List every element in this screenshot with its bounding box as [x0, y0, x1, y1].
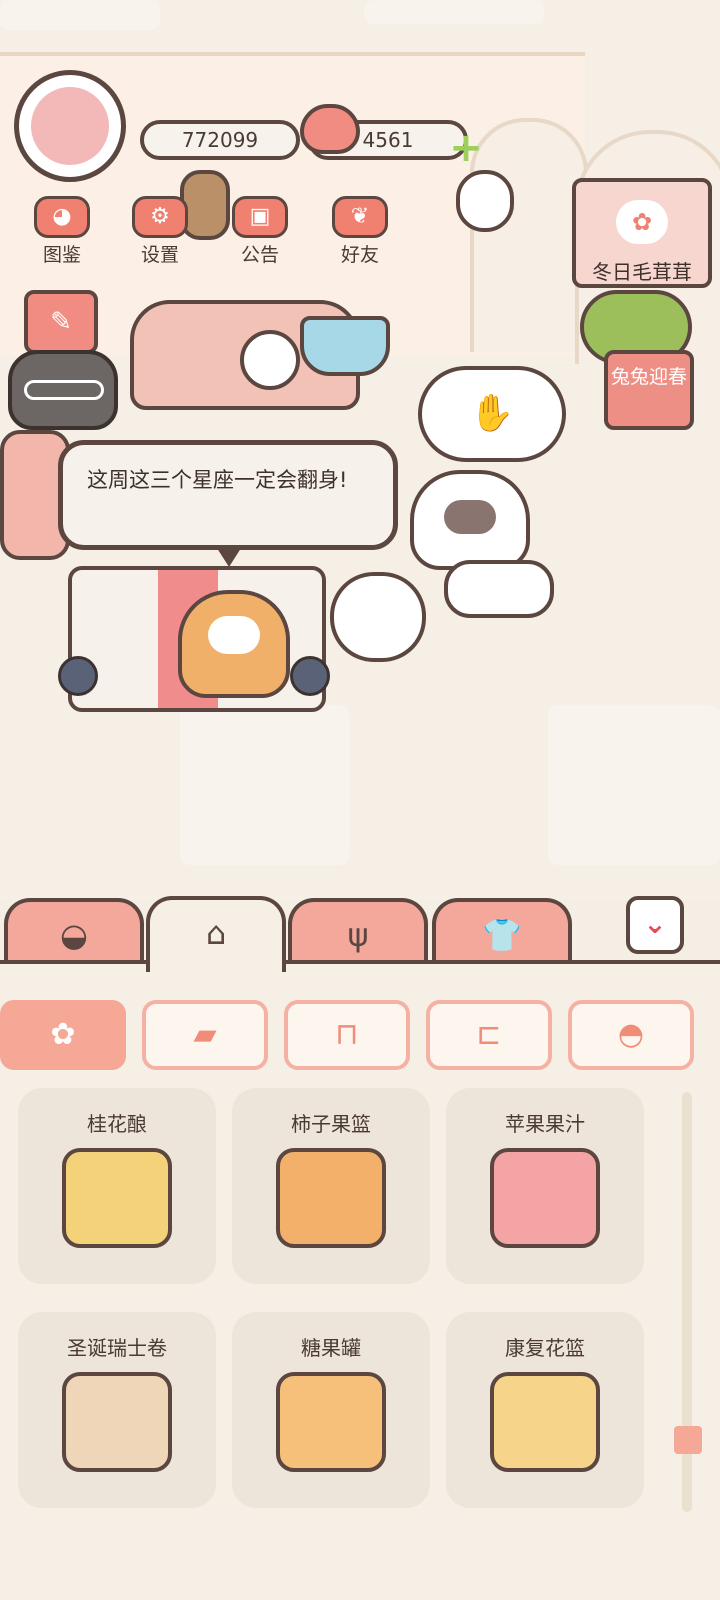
- player-avatar[interactable]: [14, 70, 126, 182]
- flower-pot: [290, 656, 330, 696]
- item-name: 糖果罐: [301, 1336, 361, 1360]
- tab-clothes[interactable]: 👕: [432, 898, 572, 968]
- item-card[interactable]: 康复花篮: [446, 1312, 644, 1508]
- item-image: [490, 1148, 600, 1248]
- subtab-seating[interactable]: ⊓: [284, 1000, 410, 1070]
- fork-knife-icon: ψ: [347, 916, 369, 954]
- wave-thought-bubble[interactable]: ✋: [418, 366, 566, 462]
- menu-label: 好友: [340, 244, 379, 266]
- menu-friends-button[interactable]: ❦ 好友: [320, 196, 400, 268]
- subtab-wallpaper[interactable]: ▰: [142, 1000, 268, 1070]
- chat-bubble-icon: ◒: [60, 916, 88, 954]
- item-card[interactable]: 柿子果篮: [232, 1088, 430, 1284]
- menu-notice-button[interactable]: ▣ 公告: [220, 196, 300, 268]
- scrollbar-thumb[interactable]: [674, 1426, 702, 1454]
- add-currency-button[interactable]: +: [448, 128, 484, 168]
- house-icon: ⌂: [205, 914, 227, 952]
- collapse-panel-button[interactable]: ⌄: [626, 896, 684, 954]
- item-name: 桂花酿: [87, 1112, 147, 1136]
- tab-house[interactable]: ⌂: [146, 896, 286, 972]
- teacup-decoration[interactable]: [300, 316, 390, 376]
- item-name: 柿子果篮: [291, 1112, 371, 1136]
- menu-label: 公告: [240, 244, 279, 266]
- siamese-cat-body: [444, 560, 554, 618]
- tab-chat[interactable]: ◒: [4, 898, 144, 968]
- shirt-icon: 👕: [482, 916, 522, 954]
- coin-counter: 772099: [140, 120, 300, 160]
- speech-text: 这周这三个星座一定会翻身!: [87, 468, 348, 492]
- menu-label: 图鉴: [42, 244, 81, 266]
- cake-decoration[interactable]: [240, 330, 300, 390]
- calendar-edit-icon[interactable]: ✎: [24, 290, 98, 354]
- chevron-down-icon: ⌄: [643, 907, 667, 940]
- floor-tile: [0, 0, 160, 30]
- cat-icon: ◓: [617, 1017, 645, 1052]
- cat-face: [444, 500, 496, 534]
- item-image: [490, 1372, 600, 1472]
- heart-value: 4561: [362, 128, 414, 152]
- item-card[interactable]: 苹果果汁: [446, 1088, 644, 1284]
- subtab-cat[interactable]: ◓: [568, 1000, 694, 1070]
- cat-face: [208, 616, 260, 654]
- armchair-icon: ⊓: [335, 1017, 359, 1052]
- tab-food[interactable]: ψ: [288, 898, 428, 968]
- orange-cat[interactable]: [178, 590, 290, 698]
- bed-icon: ⊏: [476, 1017, 502, 1052]
- bunny-ornament[interactable]: [456, 170, 514, 232]
- floor-tile: [548, 705, 720, 865]
- item-image: [62, 1148, 172, 1248]
- gift-icon: ▣: [232, 196, 288, 238]
- item-name: 康复花篮: [505, 1336, 585, 1360]
- winter-event-button[interactable]: ✿ 冬日毛茸茸: [572, 178, 712, 288]
- gear-icon: ⚙: [132, 196, 188, 238]
- item-image: [276, 1372, 386, 1472]
- item-card[interactable]: 桂花酿: [18, 1088, 216, 1284]
- white-puppy[interactable]: [330, 572, 426, 662]
- spring-event-button[interactable]: 兔兔迎春: [604, 350, 694, 430]
- item-name: 圣诞瑞士卷: [67, 1336, 167, 1360]
- siamese-cat[interactable]: [410, 470, 530, 570]
- subtab-decor[interactable]: ✿: [0, 1000, 126, 1070]
- avatar-image: [31, 87, 109, 165]
- heart-icon: [300, 104, 360, 154]
- floor-tile: [364, 0, 544, 24]
- raccoon-cat[interactable]: [8, 350, 118, 430]
- menu-settings-button[interactable]: ⚙ 设置: [120, 196, 200, 268]
- event-label: 兔兔迎春: [610, 366, 687, 388]
- cat-face-icon: ◕: [34, 196, 90, 238]
- menu-collection-button[interactable]: ◕ 图鉴: [22, 196, 102, 268]
- coin-value: 772099: [181, 128, 259, 152]
- floor-tile: [180, 705, 350, 865]
- flower-icon: ✿: [50, 1017, 76, 1052]
- paint-roller-icon: ▰: [193, 1017, 217, 1052]
- wall-arch: [470, 118, 588, 352]
- speech-bubble: 这周这三个星座一定会翻身!: [58, 440, 398, 567]
- item-card[interactable]: 圣诞瑞士卷: [18, 1312, 216, 1508]
- item-name: 苹果果汁: [505, 1112, 585, 1136]
- paw-icon: ✿: [616, 200, 668, 244]
- item-image: [276, 1148, 386, 1248]
- item-card[interactable]: 糖果罐: [232, 1312, 430, 1508]
- glasses-icon: [24, 380, 104, 400]
- menu-label: 设置: [140, 244, 179, 266]
- item-image: [62, 1372, 172, 1472]
- friends-icon: ❦: [332, 196, 388, 238]
- subtab-bed[interactable]: ⊏: [426, 1000, 552, 1070]
- flower-pot: [58, 656, 98, 696]
- event-label: 冬日毛茸茸: [592, 260, 692, 284]
